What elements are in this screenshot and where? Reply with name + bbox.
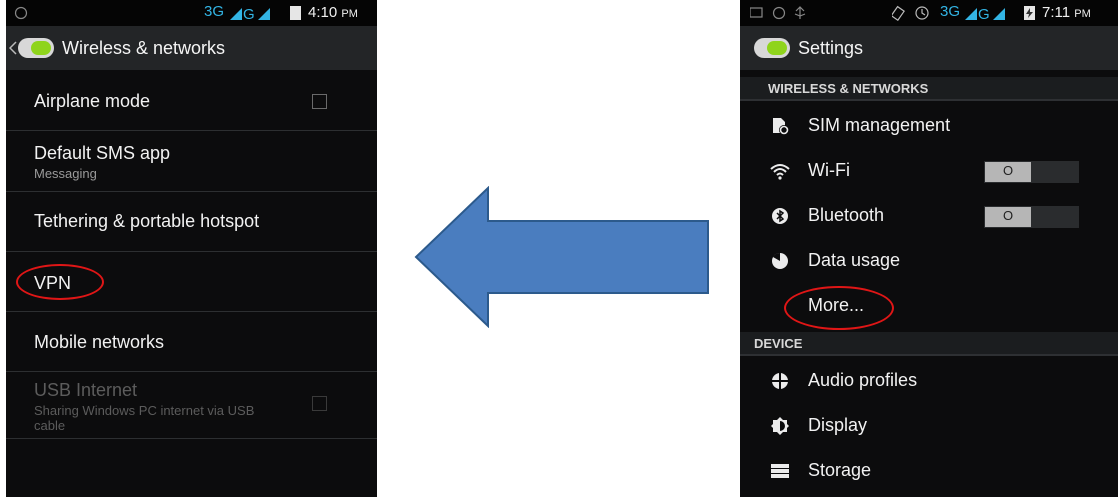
clock: 4:10 PM	[308, 4, 358, 21]
storage-row[interactable]: Storage	[740, 449, 1118, 494]
left-arrow-icon	[414, 186, 709, 328]
audio-profiles-icon	[770, 371, 790, 391]
action-bar: Wireless & networks	[6, 26, 377, 70]
signal-icon: G	[230, 6, 270, 21]
right-phone-screen: 3G G 7:11 PM Settings WIRELESS & NETWORK…	[740, 0, 1118, 497]
row-subtitle: Messaging	[34, 166, 97, 181]
settings-app-icon[interactable]	[18, 38, 54, 58]
airplane-mode-row[interactable]: Airplane mode	[6, 70, 377, 131]
data-usage-icon	[772, 252, 788, 269]
row-label: Wi-Fi	[808, 160, 850, 180]
network-type: 3G	[204, 3, 225, 20]
row-title: Airplane mode	[34, 91, 151, 111]
default-sms-row[interactable]: Default SMS app Messaging	[6, 131, 377, 192]
vibrate-alarm-icons	[892, 5, 929, 21]
row-label: Audio profiles	[808, 370, 918, 390]
row-title: USB Internet	[34, 380, 138, 400]
storage-icon	[771, 464, 789, 478]
vpn-highlight-circle	[16, 264, 104, 300]
wifi-toggle[interactable]: O	[984, 161, 1079, 183]
clock: 7:11 PM	[1042, 4, 1091, 21]
section-header-device: DEVICE	[740, 332, 1118, 356]
status-bar: 3G G 7:11 PM	[740, 0, 1118, 26]
page-title: Wireless & networks	[62, 37, 226, 58]
row-label: SIM management	[808, 115, 951, 135]
wifi-row[interactable]: Wi-Fi O	[740, 149, 1118, 194]
sim-card-icon	[773, 118, 789, 135]
row-label: Data usage	[808, 250, 901, 270]
settings-app-icon[interactable]	[754, 38, 790, 58]
battery-charging-icon	[1024, 6, 1035, 20]
battery-icon	[290, 6, 301, 20]
bluetooth-toggle[interactable]: O	[984, 206, 1079, 228]
audio-profiles-row[interactable]: Audio profiles	[740, 359, 1118, 404]
display-row[interactable]: Display	[740, 404, 1118, 449]
row-title: Default SMS app	[34, 143, 171, 163]
row-title: Tethering & portable hotspot	[34, 211, 260, 231]
row-title: Mobile networks	[34, 332, 165, 352]
toggle-label: O	[1002, 208, 1014, 223]
action-bar: Settings	[740, 26, 1118, 70]
notification-icon	[14, 6, 28, 20]
bluetooth-icon	[772, 208, 788, 224]
row-subtitle: Sharing Windows PC internet via USB cabl…	[34, 403, 255, 433]
section-header-wireless: WIRELESS & NETWORKS	[740, 77, 1118, 101]
row-label: Storage	[808, 460, 872, 480]
left-phone-screen: 3G G 4:10 PM Wireless & networks Airplan…	[6, 0, 377, 497]
toggle-label: O	[1002, 163, 1014, 178]
sim-management-row[interactable]: SIM management	[740, 104, 1118, 149]
row-label: Display	[808, 415, 868, 435]
airplane-mode-checkbox[interactable]	[312, 94, 327, 109]
data-usage-row[interactable]: Data usage	[740, 239, 1118, 284]
wifi-icon	[770, 164, 790, 180]
status-bar: 3G G 4:10 PM	[6, 0, 377, 26]
signal-icon: G	[965, 6, 1005, 21]
usb-internet-row: USB Internet Sharing Windows PC internet…	[6, 372, 377, 439]
usb-internet-checkbox	[312, 396, 327, 411]
display-brightness-icon	[771, 417, 789, 435]
tethering-row[interactable]: Tethering & portable hotspot	[6, 192, 377, 252]
row-label: Bluetooth	[808, 205, 885, 225]
page-title: Settings	[798, 37, 864, 58]
svg-text:G: G	[243, 6, 255, 21]
network-type: 3G	[940, 3, 961, 20]
notification-icons	[750, 6, 806, 20]
toggle-knob: O	[985, 162, 1031, 182]
svg-text:G: G	[978, 6, 990, 21]
toggle-knob: O	[985, 207, 1031, 227]
more-highlight-circle	[784, 286, 894, 330]
back-chevron-icon[interactable]	[9, 41, 17, 55]
mobile-networks-row[interactable]: Mobile networks	[6, 312, 377, 372]
bluetooth-row[interactable]: Bluetooth O	[740, 194, 1118, 239]
